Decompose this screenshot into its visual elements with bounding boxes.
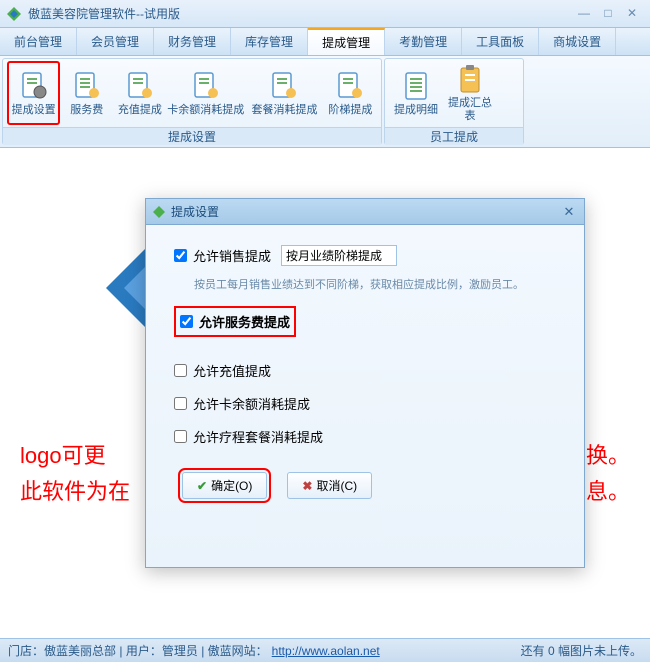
checkbox-allow-service[interactable]: [180, 315, 193, 328]
dialog-buttons: ✔ 确定(O) ✖ 取消(C): [182, 472, 556, 499]
dialog-title: 提成设置: [171, 203, 560, 220]
ribbon-recharge-commission[interactable]: 充值提成: [113, 61, 166, 125]
maximize-button[interactable]: □: [596, 6, 620, 22]
checkbox-allow-sales[interactable]: [174, 249, 187, 262]
bg-text-1b: 换。: [586, 438, 630, 470]
app-icon: [6, 6, 22, 22]
commission-settings-dialog: 提成设置 ✕ 允许销售提成 按月业绩阶梯提成 按员工每月销售业绩达到不同阶梯，获…: [145, 198, 585, 568]
bg-text-2b: 息。: [586, 474, 630, 506]
minimize-button[interactable]: —: [572, 6, 596, 22]
doc-icon: [268, 70, 300, 102]
settings-doc-icon: [18, 70, 50, 102]
tab-frontdesk[interactable]: 前台管理: [0, 28, 77, 55]
clipboard-icon: [454, 63, 486, 95]
tab-member[interactable]: 会员管理: [77, 28, 154, 55]
ribbon-group-settings: 提成设置 服务费 充值提成 卡余额消耗提成 套餐消耗提成 阶梯提成: [2, 58, 382, 145]
checkbox-allow-cardcons[interactable]: [174, 397, 187, 410]
list-icon: [400, 70, 432, 102]
cancel-button[interactable]: ✖ 取消(C): [287, 472, 372, 499]
tab-finance[interactable]: 财务管理: [154, 28, 231, 55]
label-allow-course: 允许疗程套餐消耗提成: [193, 427, 323, 446]
status-store-label: 门店：: [8, 642, 44, 659]
status-user-label: 用户：: [126, 642, 162, 659]
tab-commission[interactable]: 提成管理: [308, 28, 385, 55]
tab-mall[interactable]: 商城设置: [539, 28, 616, 55]
tab-attendance[interactable]: 考勤管理: [385, 28, 462, 55]
status-user: 管理员: [162, 642, 198, 659]
doc-icon: [334, 70, 366, 102]
label-allow-sales: 允许销售提成: [193, 246, 271, 265]
row-allow-service: 允许服务费提成: [174, 306, 296, 337]
sales-mode-select[interactable]: 按月业绩阶梯提成: [281, 245, 397, 266]
check-icon: ✔: [197, 479, 207, 493]
label-allow-recharge: 允许充值提成: [193, 361, 271, 380]
status-right: 还有 0 幅图片未上传。: [521, 642, 642, 659]
status-site-label: 傲蓝网站：: [208, 642, 268, 659]
dialog-body: 允许销售提成 按月业绩阶梯提成 按员工每月销售业绩达到不同阶梯，获取相应提成比例…: [146, 225, 584, 567]
row-allow-sales: 允许销售提成 按月业绩阶梯提成: [174, 245, 556, 266]
ribbon-card-consume-commission[interactable]: 卡余额消耗提成: [166, 61, 245, 125]
statusbar: 门店： 傲蓝美丽总部 | 用户： 管理员 | 傲蓝网站： http://www.…: [0, 638, 650, 662]
titlebar: 傲蓝美容院管理软件--试用版 — □ ✕: [0, 0, 650, 28]
tab-tools[interactable]: 工具面板: [462, 28, 539, 55]
dialog-close-button[interactable]: ✕: [560, 204, 578, 220]
row-allow-cardcons: 允许卡余额消耗提成: [174, 394, 556, 413]
bg-text-1a: logo可更: [20, 438, 106, 470]
label-allow-service: 允许服务费提成: [199, 312, 290, 331]
doc-icon: [71, 70, 103, 102]
app-title: 傲蓝美容院管理软件--试用版: [28, 5, 572, 22]
ribbon-group-staff: 提成明细 提成汇总表 员工提成: [384, 58, 524, 145]
ribbon-tier-commission[interactable]: 阶梯提成: [324, 61, 377, 125]
tab-inventory[interactable]: 库存管理: [231, 28, 308, 55]
ribbon-commission-settings[interactable]: 提成设置: [7, 61, 60, 125]
content-area: logo可更 换。 此软件为在 息。 提成设置 ✕ 允许销售提成 按月业绩阶梯提…: [0, 148, 650, 638]
ribbon-package-consume-commission[interactable]: 套餐消耗提成: [245, 61, 324, 125]
checkbox-allow-course[interactable]: [174, 430, 187, 443]
x-icon: ✖: [302, 479, 312, 493]
menubar: 前台管理 会员管理 财务管理 库存管理 提成管理 考勤管理 工具面板 商城设置: [0, 28, 650, 56]
row-allow-recharge: 允许充值提成: [174, 361, 556, 380]
ok-button[interactable]: ✔ 确定(O): [182, 472, 267, 499]
dialog-icon: [152, 205, 166, 219]
checkbox-allow-recharge[interactable]: [174, 364, 187, 377]
doc-icon: [124, 70, 156, 102]
bg-text-2a: 此软件为在: [20, 474, 130, 506]
ribbon-commission-summary[interactable]: 提成汇总表: [443, 61, 497, 125]
dialog-titlebar[interactable]: 提成设置 ✕: [146, 199, 584, 225]
label-allow-cardcons: 允许卡余额消耗提成: [193, 394, 310, 413]
ribbon: 提成设置 服务费 充值提成 卡余额消耗提成 套餐消耗提成 阶梯提成: [0, 56, 650, 148]
doc-icon: [190, 70, 222, 102]
sales-hint: 按员工每月销售业绩达到不同阶梯，获取相应提成比例，激励员工。: [194, 276, 556, 292]
close-button[interactable]: ✕: [620, 6, 644, 22]
ribbon-commission-detail[interactable]: 提成明细: [389, 61, 443, 125]
ribbon-group1-label: 提成设置: [3, 127, 381, 145]
ribbon-group2-label: 员工提成: [385, 127, 523, 145]
status-site-link[interactable]: http://www.aolan.net: [272, 644, 380, 658]
ribbon-service-fee[interactable]: 服务费: [60, 61, 113, 125]
row-allow-course: 允许疗程套餐消耗提成: [174, 427, 556, 446]
status-store: 傲蓝美丽总部: [44, 642, 116, 659]
